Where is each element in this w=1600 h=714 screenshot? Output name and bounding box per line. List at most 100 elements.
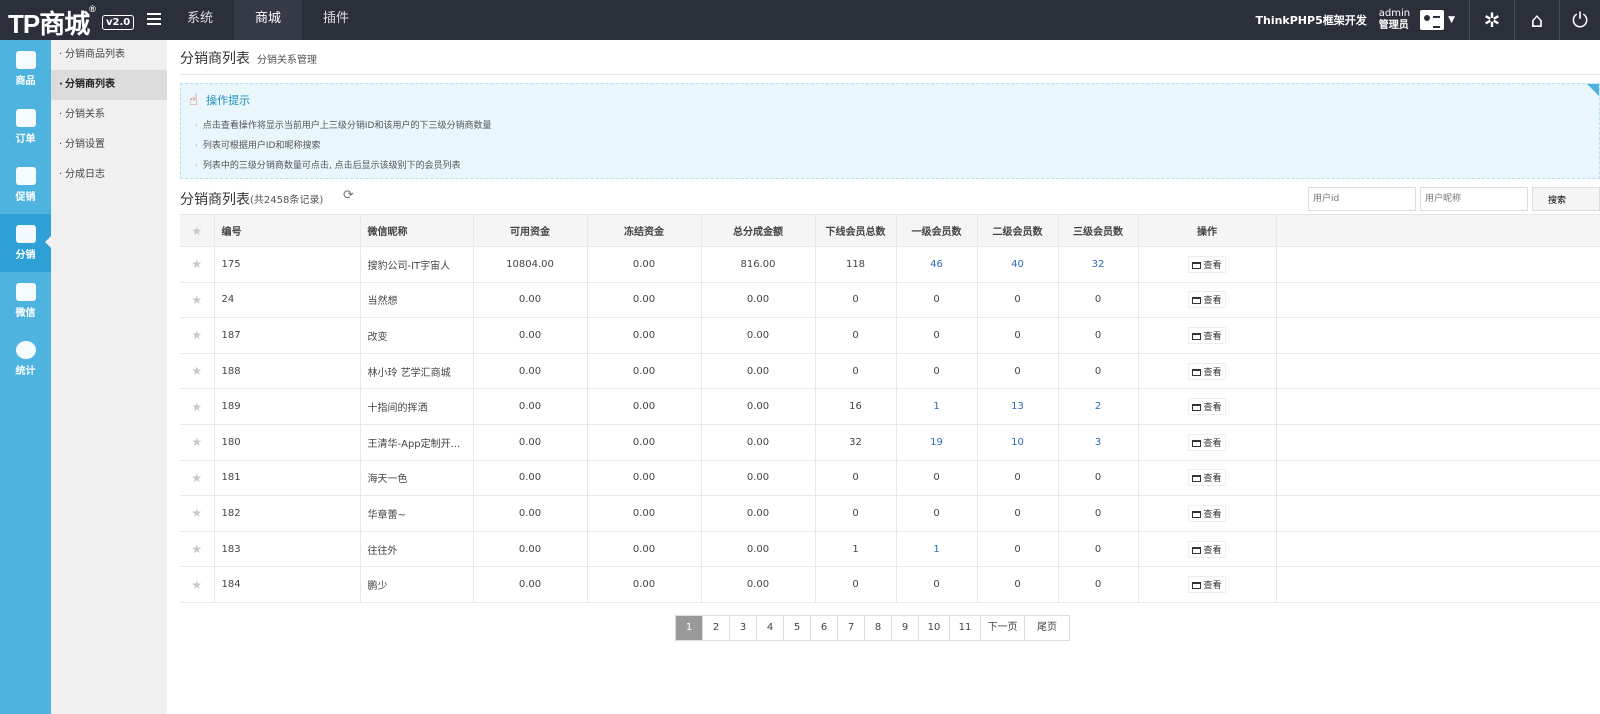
cell-available: 0.00 <box>473 566 588 603</box>
view-button[interactable]: 查看 <box>1188 540 1226 558</box>
subnav-item-relations[interactable]: 分销关系 <box>51 100 167 130</box>
subnav-item-distributor-list[interactable]: 分销商列表 <box>51 70 167 100</box>
chevron-down-icon[interactable]: ▼ <box>1448 15 1455 25</box>
page-button[interactable]: 5 <box>784 616 811 640</box>
star-cell[interactable]: ★ <box>180 282 215 319</box>
page-button[interactable]: 9 <box>892 616 919 640</box>
network-icon[interactable]: ✲ <box>1470 0 1514 40</box>
top-nav-mall[interactable]: 商城 <box>234 0 303 40</box>
star-cell[interactable]: ★ <box>180 246 215 283</box>
sidebar-item-stats[interactable]: 统计 <box>0 330 51 388</box>
cell-frozen: 0.00 <box>587 460 702 497</box>
top-nav-plugins[interactable]: 插件 <box>302 0 370 40</box>
table-row: ★ 180 王清华-App定制开... 0.00 0.00 0.00 32 19 10 3 查看 <box>180 424 1600 461</box>
subnav-item-goods-list[interactable]: 分销商品列表 <box>51 40 167 70</box>
framework-label: ThinkPHP5框架开发 <box>1255 14 1367 27</box>
subnav-item-commission-log[interactable]: 分成日志 <box>51 160 167 190</box>
view-button[interactable]: 查看 <box>1188 433 1226 451</box>
main-content: 分销商列表 分销关系管理 ☝ 操作提示 点击查看操作将显示当前用户上三级分销ID和… <box>167 40 1600 714</box>
star-cell[interactable]: ★ <box>180 424 215 461</box>
star-icon: ★ <box>191 470 203 485</box>
view-button[interactable]: 查看 <box>1188 326 1226 344</box>
megaphone-icon <box>15 167 36 185</box>
nickname-input[interactable] <box>1420 187 1528 211</box>
home-icon[interactable]: ⌂ <box>1515 0 1559 40</box>
view-button[interactable]: 查看 <box>1188 504 1226 522</box>
page-button[interactable]: 11 <box>950 616 981 640</box>
cell-total-commission: 816.00 <box>701 246 816 283</box>
view-button[interactable]: 查看 <box>1188 291 1226 309</box>
cell-downline-total: 118 <box>815 246 897 283</box>
top-nav: 系统 商城 插件 <box>166 0 370 40</box>
menu-toggle-icon[interactable] <box>147 13 161 27</box>
star-cell[interactable]: ★ <box>180 317 215 354</box>
star-cell[interactable]: ★ <box>180 495 215 532</box>
page-button[interactable]: 2 <box>703 616 730 640</box>
sidebar-item-orders[interactable]: 订单 <box>0 98 51 156</box>
page-button[interactable]: 10 <box>919 616 950 640</box>
sidebar-item-goods[interactable]: 商品 <box>0 40 51 98</box>
list-icon <box>1192 510 1202 518</box>
page-button[interactable]: 6 <box>811 616 838 640</box>
page-button[interactable]: 4 <box>757 616 784 640</box>
cell-total-commission: 0.00 <box>701 282 816 319</box>
cell-downline-total: 0 <box>815 460 897 497</box>
page-nav-button[interactable]: 尾页 <box>1025 616 1069 640</box>
view-button[interactable]: 查看 <box>1188 362 1226 380</box>
page-button[interactable]: 3 <box>730 616 757 640</box>
view-button[interactable]: 查看 <box>1188 255 1226 273</box>
cell-level1[interactable]: 1 <box>896 388 978 425</box>
cell-frozen: 0.00 <box>587 495 702 532</box>
sidebar-item-wechat[interactable]: 微信 <box>0 272 51 330</box>
view-button[interactable]: 查看 <box>1188 398 1226 416</box>
star-cell[interactable]: ★ <box>180 566 215 603</box>
cell-level3[interactable]: 2 <box>1058 388 1139 425</box>
power-icon[interactable]: ⏻ <box>1560 0 1600 40</box>
user-info[interactable]: admin 管理员 <box>1379 8 1410 32</box>
refresh-icon[interactable]: ⟳ <box>343 188 354 203</box>
sidebar-item-distribution[interactable]: 分销 <box>0 214 51 272</box>
cell-nickname: 海天一色 <box>360 460 474 497</box>
cell-available: 0.00 <box>473 317 588 354</box>
star-icon: ★ <box>191 257 203 272</box>
cell-level3[interactable]: 32 <box>1058 246 1139 283</box>
cell-nickname: 王清华-App定制开... <box>360 424 474 461</box>
header-total-commission: 总分成金额 <box>701 214 816 247</box>
cell-level2[interactable]: 13 <box>977 388 1059 425</box>
star-cell[interactable]: ★ <box>180 353 215 390</box>
bag-icon <box>15 51 36 69</box>
star-cell[interactable]: ★ <box>180 531 215 568</box>
cell-level2[interactable]: 10 <box>977 424 1059 461</box>
sidebar-item-promotion[interactable]: 促销 <box>0 156 51 214</box>
page-nav-button[interactable]: 下一页 <box>981 616 1025 640</box>
page-button[interactable]: 8 <box>865 616 892 640</box>
top-nav-system[interactable]: 系统 <box>166 0 234 40</box>
cell-available: 0.00 <box>473 531 588 568</box>
header-star[interactable]: ★ <box>180 214 215 247</box>
cell-frozen: 0.00 <box>587 317 702 354</box>
star-cell[interactable]: ★ <box>180 388 215 425</box>
cell-level1[interactable]: 19 <box>896 424 978 461</box>
subnav-item-settings[interactable]: 分销设置 <box>51 130 167 160</box>
cell-id: 175 <box>214 246 361 283</box>
view-button[interactable]: 查看 <box>1188 576 1226 594</box>
cell-level2[interactable]: 40 <box>977 246 1059 283</box>
collapse-corner-icon[interactable] <box>1587 84 1599 96</box>
search-button[interactable]: 搜索 <box>1532 187 1600 211</box>
cell-nickname: 往往外 <box>360 531 474 568</box>
page-current[interactable]: 1 <box>676 616 703 640</box>
star-cell[interactable]: ★ <box>180 460 215 497</box>
sub-nav: 分销商品列表 分销商列表 分销关系 分销设置 分成日志 <box>51 40 167 714</box>
cell-level1[interactable]: 1 <box>896 531 978 568</box>
cell-level3: 0 <box>1058 531 1139 568</box>
user-card-icon[interactable] <box>1420 10 1445 30</box>
cell-level3[interactable]: 3 <box>1058 424 1139 461</box>
view-button[interactable]: 查看 <box>1188 469 1226 487</box>
cell-level1[interactable]: 46 <box>896 246 978 283</box>
distributor-table: ★ 编号 微信昵称 可用资金 冻结资金 总分成金额 下线会员总数 一级会员数 二… <box>180 214 1600 603</box>
cell-available: 0.00 <box>473 460 588 497</box>
page-button[interactable]: 7 <box>838 616 865 640</box>
cell-frozen: 0.00 <box>587 282 702 319</box>
user-id-input[interactable] <box>1308 187 1416 211</box>
table-row: ★ 181 海天一色 0.00 0.00 0.00 0 0 0 0 查看 <box>180 460 1600 497</box>
